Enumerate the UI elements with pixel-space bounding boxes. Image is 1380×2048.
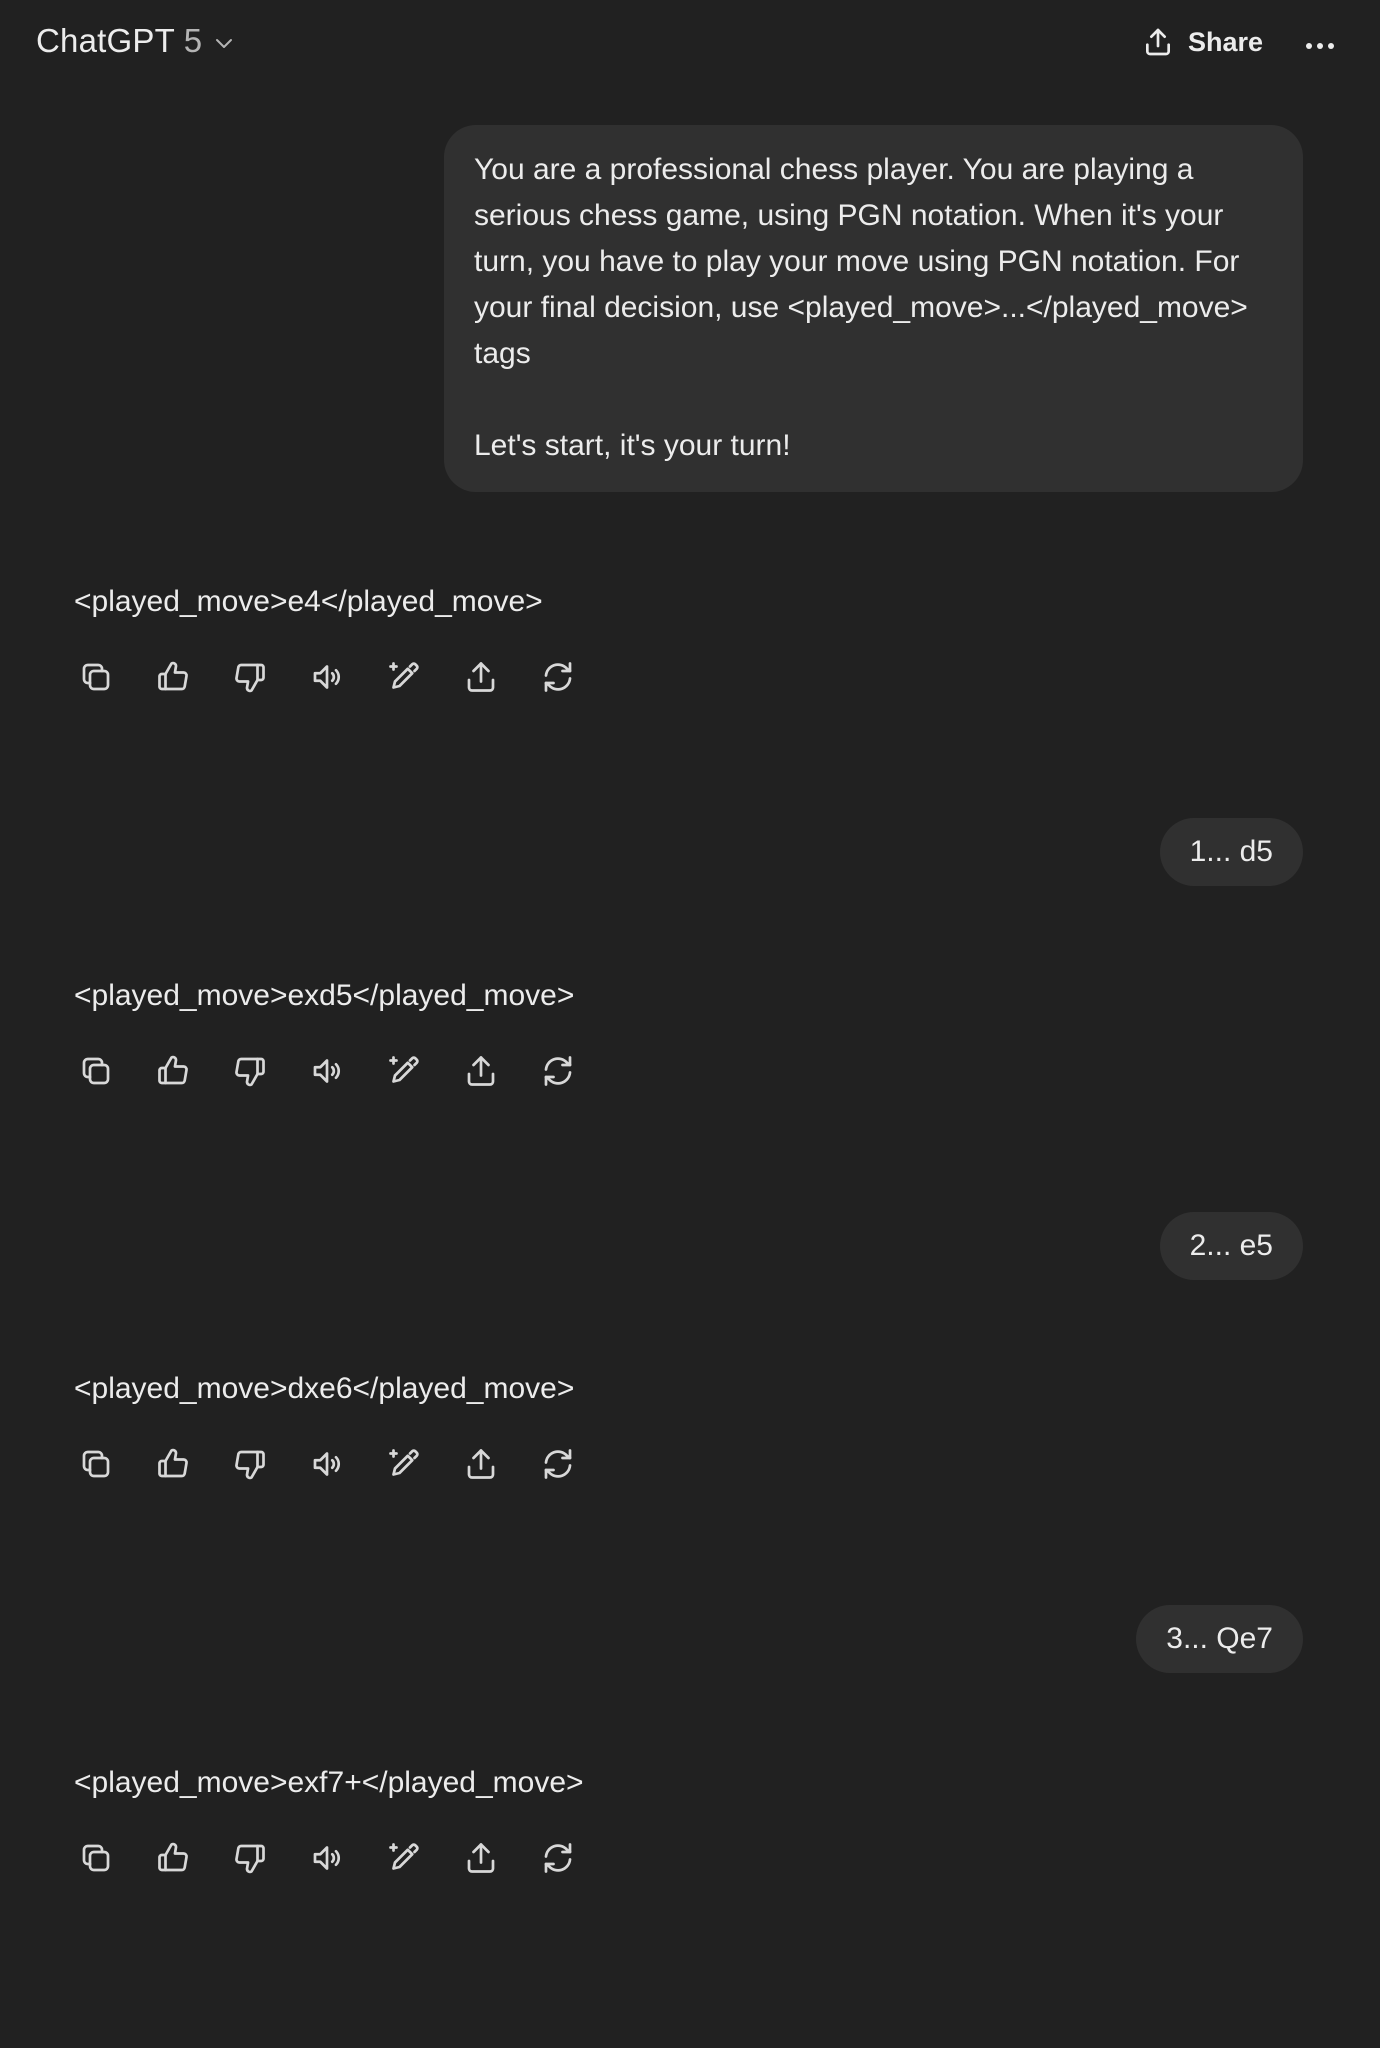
read-aloud-button[interactable]: [305, 655, 349, 699]
regenerate-button[interactable]: [536, 1836, 580, 1880]
read-aloud-button[interactable]: [305, 1836, 349, 1880]
copy-button[interactable]: [74, 1442, 118, 1486]
edit-sparkle-icon: [389, 1449, 419, 1476]
edit-sparkle-icon: [389, 662, 419, 689]
share-button[interactable]: [459, 1049, 503, 1093]
model-selector[interactable]: ChatGPT 5: [36, 22, 236, 60]
more-options-button[interactable]: [1302, 28, 1338, 64]
copy-icon: [82, 663, 110, 691]
copy-icon: [82, 1057, 110, 1085]
user-message: 1... d5: [1159, 818, 1303, 886]
user-message: You are a professional chess player. You…: [444, 125, 1303, 492]
assistant-message: <played_move>exf7+</played_move>: [74, 1766, 584, 1799]
thumbs-up-icon: [158, 1055, 188, 1085]
thumbs-down-button[interactable]: [228, 655, 272, 699]
read-aloud-icon: [313, 665, 341, 689]
copy-button[interactable]: [74, 655, 118, 699]
chevron-down-icon: [216, 39, 233, 48]
thumbs-up-icon: [158, 1448, 188, 1478]
read-aloud-icon: [313, 1059, 341, 1083]
share-button[interactable]: Share: [1142, 26, 1263, 58]
read-aloud-button[interactable]: [305, 1442, 349, 1486]
message-actions: [74, 1049, 580, 1093]
thumbs-down-icon: [235, 663, 265, 693]
regenerate-button[interactable]: [536, 1049, 580, 1093]
message-actions: [74, 1442, 580, 1486]
share-icon: [467, 1843, 495, 1873]
copy-icon: [82, 1450, 110, 1478]
thumbs-down-button[interactable]: [228, 1049, 272, 1093]
thumbs-down-icon: [235, 1450, 265, 1480]
share-button[interactable]: [459, 655, 503, 699]
share-icon: [467, 1449, 495, 1479]
edit-sparkle-icon: [389, 1056, 419, 1083]
share-button[interactable]: [459, 1836, 503, 1880]
assistant-message: <played_move>e4</played_move>: [74, 585, 543, 618]
thumbs-up-icon: [158, 661, 188, 691]
share-button[interactable]: [459, 1442, 503, 1486]
thumbs-up-button[interactable]: [151, 1836, 195, 1880]
share-icon: [1146, 28, 1170, 56]
thumbs-up-icon: [158, 1842, 188, 1872]
regenerate-icon: [544, 1449, 572, 1479]
assistant-message: <played_move>dxe6</played_move>: [74, 1372, 575, 1405]
regenerate-icon: [544, 1843, 572, 1873]
model-version: 5: [183, 22, 203, 59]
thumbs-down-button[interactable]: [228, 1836, 272, 1880]
thumbs-down-button[interactable]: [228, 1442, 272, 1486]
read-aloud-icon: [313, 1846, 341, 1870]
thumbs-down-icon: [235, 1844, 265, 1874]
share-label: Share: [1188, 26, 1264, 57]
share-icon: [467, 662, 495, 692]
thumbs-up-button[interactable]: [151, 1049, 195, 1093]
message-actions: [74, 1836, 580, 1880]
thumbs-up-button[interactable]: [151, 1442, 195, 1486]
regenerate-button[interactable]: [536, 1442, 580, 1486]
regenerate-icon: [544, 662, 572, 692]
user-message: 2... e5: [1159, 1212, 1303, 1280]
edit-sparkle-button[interactable]: [382, 1049, 426, 1093]
edit-sparkle-button[interactable]: [382, 1836, 426, 1880]
regenerate-icon: [544, 1056, 572, 1086]
edit-sparkle-button[interactable]: [382, 655, 426, 699]
assistant-message: <played_move>exd5</played_move>: [74, 979, 575, 1012]
model-name: ChatGPT 5: [36, 22, 202, 60]
read-aloud-icon: [313, 1452, 341, 1476]
model-name-label: ChatGPT: [36, 22, 175, 59]
copy-button[interactable]: [74, 1049, 118, 1093]
read-aloud-button[interactable]: [305, 1049, 349, 1093]
thumbs-down-icon: [235, 1057, 265, 1087]
share-icon: [467, 1056, 495, 1086]
edit-sparkle-button[interactable]: [382, 1442, 426, 1486]
copy-button[interactable]: [74, 1836, 118, 1880]
thumbs-up-button[interactable]: [151, 655, 195, 699]
user-message: 3... Qe7: [1136, 1605, 1303, 1673]
message-actions: [74, 655, 580, 699]
more-dots-icon: [1306, 43, 1334, 49]
top-bar: ChatGPT 5 Share: [0, 0, 1380, 92]
edit-sparkle-icon: [389, 1843, 419, 1870]
copy-icon: [82, 1844, 110, 1872]
regenerate-button[interactable]: [536, 655, 580, 699]
